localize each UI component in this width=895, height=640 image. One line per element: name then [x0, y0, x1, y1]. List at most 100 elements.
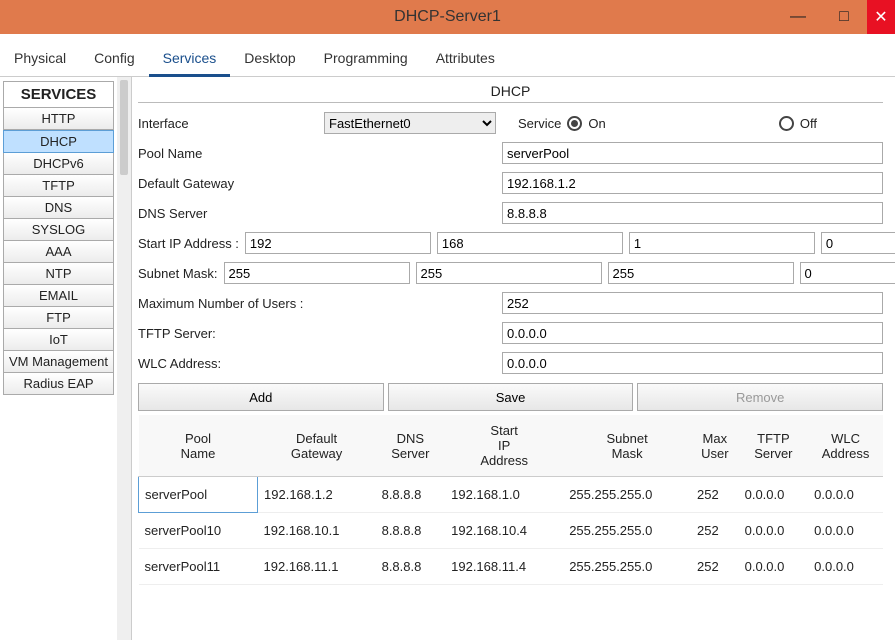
sidebar-item-http[interactable]: HTTP	[3, 108, 114, 130]
subnet-mask-octet-2[interactable]	[416, 262, 602, 284]
cell-tftp: 0.0.0.0	[739, 513, 809, 549]
cell-start: 192.168.1.0	[445, 477, 563, 513]
cell-max: 252	[691, 513, 739, 549]
sidebar-item-tftp[interactable]: TFTP	[3, 175, 114, 197]
sidebar-item-iot[interactable]: IoT	[3, 329, 114, 351]
cell-wlc: 0.0.0.0	[808, 513, 883, 549]
label-start-ip: Start IP Address :	[138, 236, 239, 251]
tab-services[interactable]: Services	[149, 44, 231, 77]
cell-tftp: 0.0.0.0	[739, 477, 809, 513]
column-header[interactable]: PoolName	[139, 415, 258, 477]
label-wlc-address: WLC Address:	[138, 356, 496, 371]
cell-max: 252	[691, 477, 739, 513]
start-ip-octet-4[interactable]	[821, 232, 895, 254]
cell-gw: 192.168.11.1	[258, 549, 376, 585]
window-title: DHCP-Server1	[394, 8, 501, 26]
radio-off[interactable]	[779, 116, 794, 131]
minimize-button[interactable]: —	[775, 0, 821, 34]
pools-table: PoolNameDefaultGatewayDNSServerStartIPAd…	[138, 415, 883, 585]
max-users-input[interactable]	[502, 292, 883, 314]
label-off: Off	[800, 116, 817, 131]
dhcp-panel: DHCP Interface FastEthernet0 Service On …	[132, 77, 895, 640]
cell-dns: 8.8.8.8	[376, 477, 446, 513]
subnet-mask-octet-3[interactable]	[608, 262, 794, 284]
cell-mask: 255.255.255.0	[563, 549, 691, 585]
cell-pool: serverPool11	[139, 549, 258, 585]
column-header[interactable]: StartIPAddress	[445, 415, 563, 477]
table-row[interactable]: serverPool10192.168.10.18.8.8.8192.168.1…	[139, 513, 884, 549]
window-titlebar: DHCP-Server1 — □ ✕	[0, 0, 895, 34]
start-ip-octet-1[interactable]	[245, 232, 431, 254]
cell-gw: 192.168.10.1	[258, 513, 376, 549]
cell-start: 192.168.10.4	[445, 513, 563, 549]
label-interface: Interface	[138, 116, 318, 131]
tab-physical[interactable]: Physical	[0, 44, 80, 76]
label-service: Service	[518, 116, 561, 131]
label-dns-server: DNS Server	[138, 206, 496, 221]
radio-off-wrap[interactable]: Off	[779, 116, 817, 131]
sidebar-item-radius-eap[interactable]: Radius EAP	[3, 373, 114, 395]
column-header[interactable]: DefaultGateway	[258, 415, 376, 477]
label-max-users: Maximum Number of Users :	[138, 296, 496, 311]
table-row[interactable]: serverPool11192.168.11.18.8.8.8192.168.1…	[139, 549, 884, 585]
column-header[interactable]: TFTPServer	[739, 415, 809, 477]
cell-max: 252	[691, 549, 739, 585]
add-button[interactable]: Add	[138, 383, 384, 411]
label-subnet-mask: Subnet Mask:	[138, 266, 218, 281]
cell-mask: 255.255.255.0	[563, 477, 691, 513]
label-pool-name: Pool Name	[138, 146, 496, 161]
column-header[interactable]: SubnetMask	[563, 415, 691, 477]
sidebar-item-vm-management[interactable]: VM Management	[3, 351, 114, 373]
remove-button[interactable]: Remove	[637, 383, 883, 411]
cell-wlc: 0.0.0.0	[808, 477, 883, 513]
restore-button[interactable]: □	[821, 0, 867, 34]
sidebar-item-email[interactable]: EMAIL	[3, 285, 114, 307]
subnet-mask-octet-4[interactable]	[800, 262, 895, 284]
tab-desktop[interactable]: Desktop	[230, 44, 309, 76]
column-header[interactable]: DNSServer	[376, 415, 446, 477]
cell-wlc: 0.0.0.0	[808, 549, 883, 585]
cell-gw: 192.168.1.2	[258, 477, 376, 513]
wlc-address-input[interactable]	[502, 352, 883, 374]
start-ip-octet-3[interactable]	[629, 232, 815, 254]
sidebar-item-syslog[interactable]: SYSLOG	[3, 219, 114, 241]
label-default-gateway: Default Gateway	[138, 176, 496, 191]
cell-pool: serverPool	[139, 477, 258, 513]
save-button[interactable]: Save	[388, 383, 634, 411]
sidebar-item-dns[interactable]: DNS	[3, 197, 114, 219]
panel-title: DHCP	[138, 83, 883, 103]
sidebar-item-ntp[interactable]: NTP	[3, 263, 114, 285]
close-button[interactable]: ✕	[867, 0, 895, 34]
subnet-mask-octet-1[interactable]	[224, 262, 410, 284]
sidebar-item-aaa[interactable]: AAA	[3, 241, 114, 263]
interface-select[interactable]: FastEthernet0	[324, 112, 496, 134]
tab-config[interactable]: Config	[80, 44, 148, 76]
cell-tftp: 0.0.0.0	[739, 549, 809, 585]
radio-on-wrap[interactable]: On	[567, 116, 605, 131]
radio-on[interactable]	[567, 116, 582, 131]
tab-attributes[interactable]: Attributes	[422, 44, 509, 76]
dns-server-input[interactable]	[502, 202, 883, 224]
sidebar-header: SERVICES	[3, 81, 114, 108]
start-ip-octet-2[interactable]	[437, 232, 623, 254]
sidebar-item-ftp[interactable]: FTP	[3, 307, 114, 329]
label-on: On	[588, 116, 605, 131]
cell-pool: serverPool10	[139, 513, 258, 549]
cell-start: 192.168.11.4	[445, 549, 563, 585]
table-row[interactable]: serverPool192.168.1.28.8.8.8192.168.1.02…	[139, 477, 884, 513]
services-sidebar: SERVICES HTTPDHCPDHCPv6TFTPDNSSYSLOGAAAN…	[0, 77, 117, 640]
label-tftp-server: TFTP Server:	[138, 326, 496, 341]
sidebar-scrollbar[interactable]	[117, 77, 131, 640]
pool-name-input[interactable]	[502, 142, 883, 164]
sidebar-item-dhcp[interactable]: DHCP	[3, 130, 114, 153]
top-tabs: Physical Config Services Desktop Program…	[0, 34, 895, 77]
cell-mask: 255.255.255.0	[563, 513, 691, 549]
tftp-server-input[interactable]	[502, 322, 883, 344]
default-gateway-input[interactable]	[502, 172, 883, 194]
cell-dns: 8.8.8.8	[376, 513, 446, 549]
column-header[interactable]: MaxUser	[691, 415, 739, 477]
tab-programming[interactable]: Programming	[310, 44, 422, 76]
cell-dns: 8.8.8.8	[376, 549, 446, 585]
column-header[interactable]: WLCAddress	[808, 415, 883, 477]
sidebar-item-dhcpv6[interactable]: DHCPv6	[3, 153, 114, 175]
